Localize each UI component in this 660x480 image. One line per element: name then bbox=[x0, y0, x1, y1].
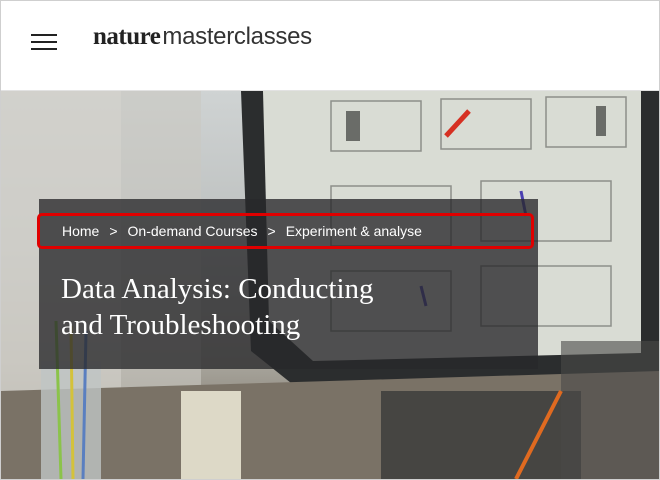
breadcrumb: Home > On-demand Courses > Experiment & … bbox=[37, 213, 534, 249]
logo-nature-text: nature bbox=[93, 23, 161, 50]
site-logo[interactable]: nature masterclasses bbox=[93, 23, 312, 57]
breadcrumb-experiment-analyse-link[interactable]: Experiment & analyse bbox=[286, 223, 422, 239]
hamburger-menu-icon[interactable] bbox=[31, 32, 57, 52]
breadcrumb-home-link[interactable]: Home bbox=[62, 223, 99, 239]
hero-banner: Home > On-demand Courses > Experiment & … bbox=[1, 91, 659, 479]
page-title: Data Analysis: Conducting and Troublesho… bbox=[61, 271, 521, 343]
site-header: nature masterclasses bbox=[1, 1, 659, 91]
breadcrumb-separator: > bbox=[267, 223, 276, 239]
menu-bar bbox=[31, 41, 57, 43]
page-title-line-1: Data Analysis: Conducting bbox=[61, 273, 374, 305]
logo-masterclasses-text: masterclasses bbox=[162, 23, 312, 50]
menu-bar bbox=[31, 34, 57, 36]
breadcrumb-on-demand-courses-link[interactable]: On-demand Courses bbox=[128, 223, 258, 239]
breadcrumb-separator: > bbox=[109, 223, 118, 239]
page: nature masterclasses Home > On-demand Co… bbox=[0, 0, 660, 480]
menu-bar bbox=[31, 48, 57, 50]
page-title-line-2: and Troubleshooting bbox=[61, 309, 301, 341]
